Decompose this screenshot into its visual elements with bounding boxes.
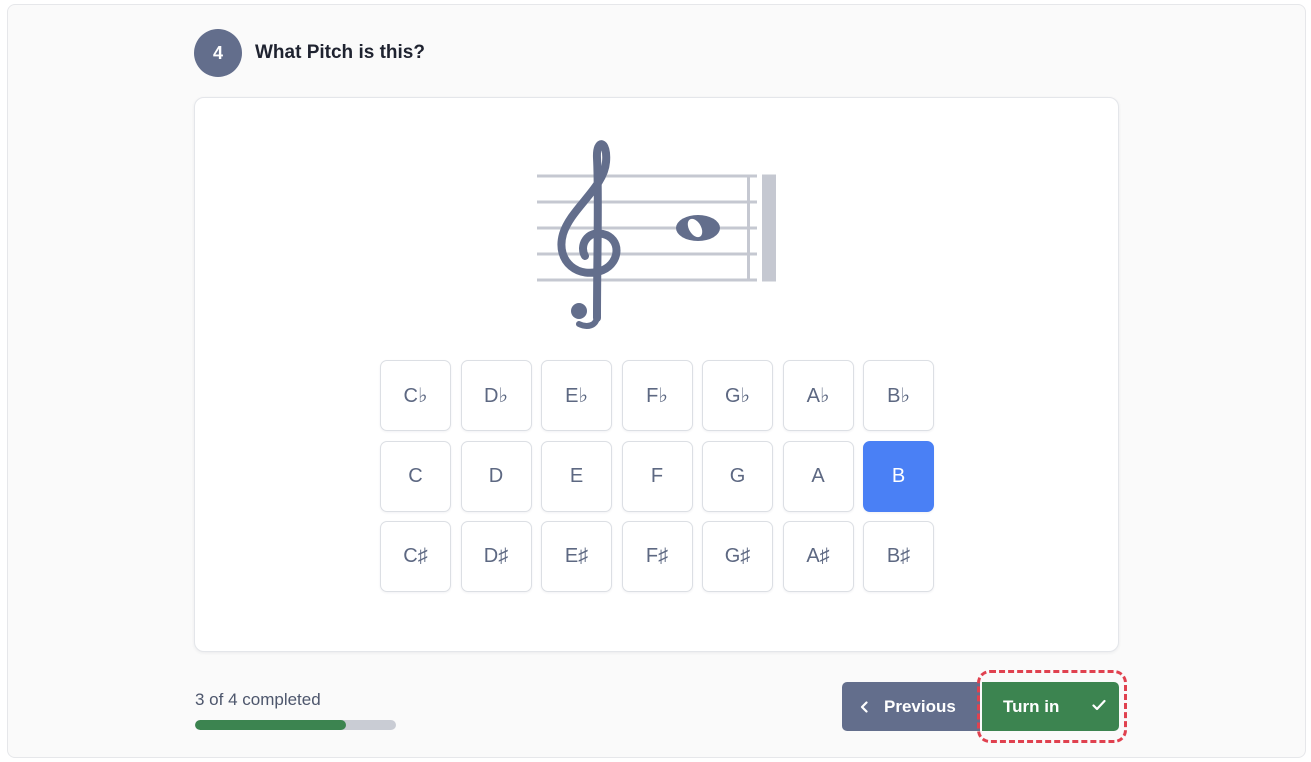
progress-bar xyxy=(195,720,396,730)
pitch-key-f-sharp[interactable]: F♯ xyxy=(621,521,693,592)
pitch-key-d-sharp[interactable]: D♯ xyxy=(460,521,532,592)
whole-note-icon xyxy=(676,215,720,241)
chevron-left-icon xyxy=(860,700,868,713)
pitch-key-b-sharp[interactable]: B♯ xyxy=(863,521,934,592)
pitch-key-d-flat[interactable]: D♭ xyxy=(460,360,532,431)
question-number-badge: 4 xyxy=(194,29,242,77)
pitch-key-c-flat[interactable]: C♭ xyxy=(380,360,451,431)
pitch-key-e-flat[interactable]: E♭ xyxy=(541,360,612,431)
pitch-key-e-sharp[interactable]: E♯ xyxy=(541,521,612,592)
pitch-key-f-flat[interactable]: F♭ xyxy=(621,360,693,431)
pitch-key-c[interactable]: C xyxy=(380,440,451,512)
pitch-key-f[interactable]: F xyxy=(621,440,693,512)
turn-in-button[interactable]: Turn in xyxy=(982,682,1119,731)
pitch-key-g-sharp[interactable]: G♯ xyxy=(702,521,773,592)
pitch-key-c-sharp[interactable]: C♯ xyxy=(380,521,451,592)
previous-button-label: Previous xyxy=(884,696,956,716)
pitch-key-e[interactable]: E xyxy=(541,440,612,512)
music-staff xyxy=(535,136,780,336)
turn-in-button-label: Turn in xyxy=(1003,696,1060,716)
pitch-key-b-flat[interactable]: B♭ xyxy=(863,360,934,431)
question-card: C♭ D♭ E♭ F♭ G♭ A♭ B♭ C D E F G A B C♯ D♯… xyxy=(194,97,1119,652)
pitch-key-a-flat[interactable]: A♭ xyxy=(782,360,854,431)
previous-button[interactable]: Previous xyxy=(842,682,980,731)
question-title: What Pitch is this? xyxy=(255,42,425,63)
pitch-grid: C♭ D♭ E♭ F♭ G♭ A♭ B♭ C D E F G A B C♯ D♯… xyxy=(380,360,934,592)
pitch-key-g[interactable]: G xyxy=(702,440,773,512)
treble-clef-icon xyxy=(557,140,621,329)
pitch-key-a[interactable]: A xyxy=(782,440,854,512)
pitch-key-g-flat[interactable]: G♭ xyxy=(702,360,773,431)
progress-label: 3 of 4 completed xyxy=(195,690,321,709)
pitch-key-d[interactable]: D xyxy=(460,440,532,512)
treble-clef-dot xyxy=(571,303,587,319)
pitch-key-a-sharp[interactable]: A♯ xyxy=(782,521,854,592)
pitch-key-b[interactable]: B xyxy=(863,440,934,512)
question-header: 4 What Pitch is this? xyxy=(194,29,425,77)
check-icon xyxy=(1092,699,1106,711)
progress-bar-fill xyxy=(195,720,346,730)
